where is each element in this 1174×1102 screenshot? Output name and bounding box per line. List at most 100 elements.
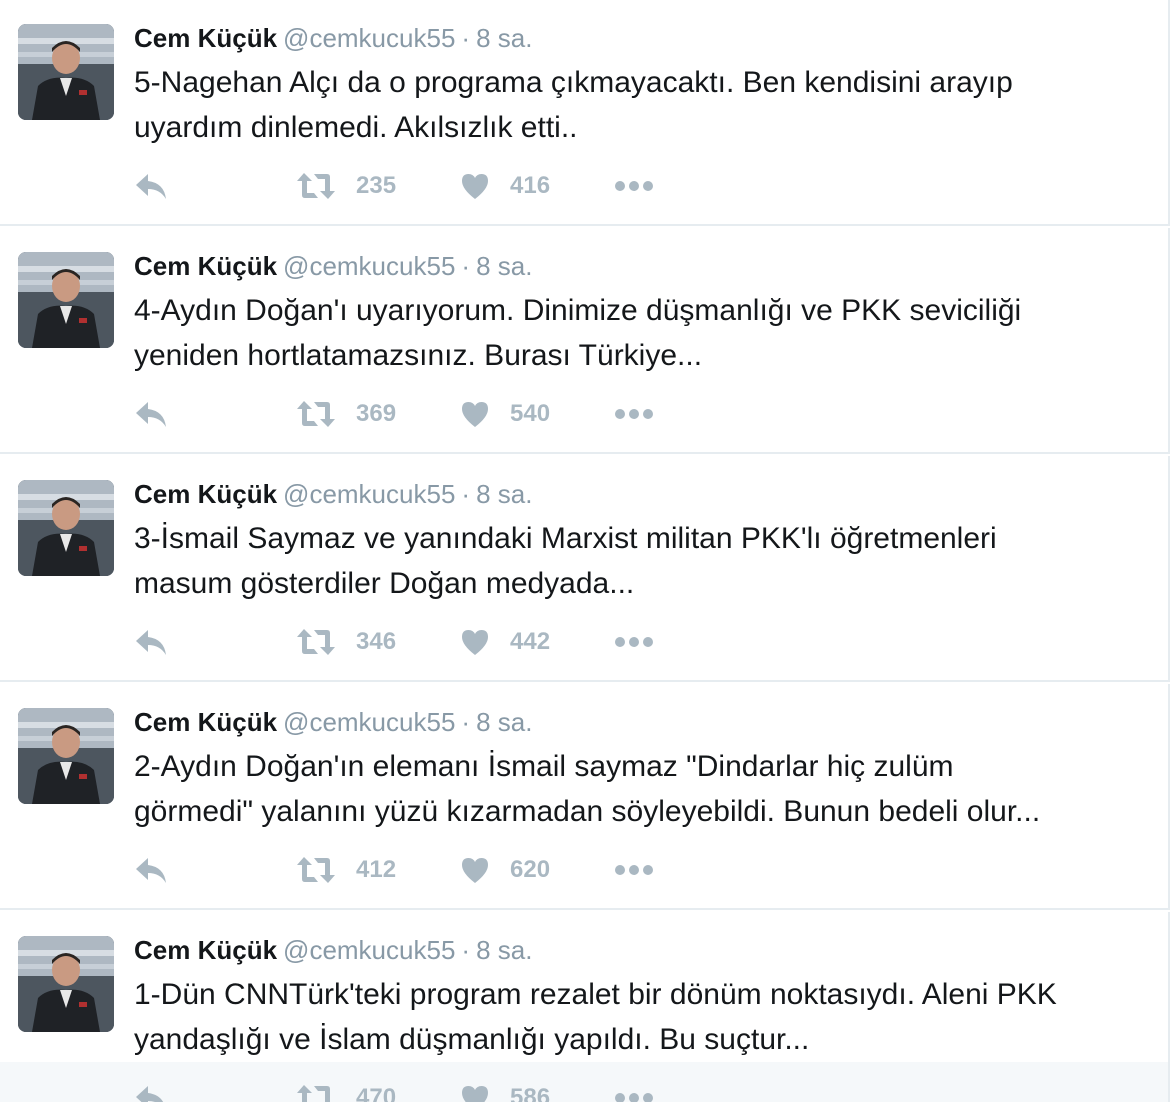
retweet-count: 412 [356,856,397,883]
more-button[interactable] [614,1078,654,1102]
retweet-count: 470 [356,1084,397,1102]
tweet-text-line: uyardım dinlemedi. Akılsızlık etti.. [134,111,578,144]
like-button[interactable]: 442 [460,622,550,662]
tweet-text-line: yandaşlığı ve İslam düşmanlığı yapıldı. … [134,1023,810,1056]
more-icon [614,864,654,876]
tweet-timeline: Cem Küçük @cemkucuk55 · 8 sa. 5-Nagehan Alç… [0,0,1174,1102]
like-count: 586 [510,1084,551,1102]
heart-icon [460,172,490,200]
tweet-header: Cem Küçük @cemkucuk55 · 8 sa. [134,22,532,54]
like-button[interactable]: 586 [460,1078,550,1102]
retweet-button[interactable]: 470 [296,1078,396,1102]
like-count: 540 [510,400,551,427]
reply-button[interactable] [134,622,168,662]
retweet-button[interactable]: 346 [296,622,396,662]
tweet-actions: 235 416 [134,166,734,206]
reply-icon [134,171,168,201]
timestamp[interactable]: 8 sa. [476,935,532,965]
reply-button[interactable] [134,166,168,206]
author-handle[interactable]: @cemkucuk55 [283,479,455,509]
author-name[interactable]: Cem Küçük [134,707,277,737]
tweet-text-line: yeniden hortlatamazsınız. Burası Türkiye… [134,339,703,372]
author-name[interactable]: Cem Küçük [134,23,277,53]
author-name[interactable]: Cem Küçük [134,935,277,965]
author-handle[interactable]: @cemkucuk55 [283,251,455,281]
retweet-icon [296,399,336,429]
separator: · [461,479,471,509]
tweet-actions: 369 540 [134,394,734,434]
more-button[interactable] [614,622,654,662]
heart-icon [460,1084,490,1102]
tweet-text-line: 1-Dün CNNTürk'teki program rezalet bir d… [134,978,1057,1011]
avatar[interactable] [18,936,114,1032]
reply-icon [134,399,168,429]
more-icon [614,180,654,192]
timestamp[interactable]: 8 sa. [476,23,532,53]
heart-icon [460,628,490,656]
tweet-text-line: masum gösterdiler Doğan medyada... [134,567,635,600]
author-handle[interactable]: @cemkucuk55 [283,23,455,53]
tweet-text-line: 2-Aydın Doğan'ın elemanı İsmail saymaz "… [134,750,954,783]
retweet-icon [296,1083,336,1102]
author-handle[interactable]: @cemkucuk55 [283,935,455,965]
separator: · [461,23,471,53]
more-icon [614,408,654,420]
tweet-text-line: 4-Aydın Doğan'ı uyarıyorum. Dinimize düş… [134,294,1022,327]
tweet-text: 1-Dün CNNTürk'teki program rezalet bir d… [134,972,1144,1062]
tweet[interactable]: Cem Küçük @cemkucuk55 · 8 sa. 2-Aydın Doğan… [0,684,1170,910]
retweet-count: 369 [356,400,397,427]
like-button[interactable]: 416 [460,166,550,206]
tweet[interactable]: Cem Küçük @cemkucuk55 · 8 sa. 1-Dün CNNTürk… [0,912,1170,1102]
heart-icon [460,400,490,428]
reply-icon [134,627,168,657]
tweet[interactable]: Cem Küçük @cemkucuk55 · 8 sa. 4-Aydın Doğan… [0,228,1170,454]
tweet[interactable]: Cem Küçük @cemkucuk55 · 8 sa. 5-Nagehan Alç… [0,0,1170,226]
tweet-text: 2-Aydın Doğan'ın elemanı İsmail saymaz "… [134,744,1144,834]
avatar[interactable] [18,252,114,348]
timestamp[interactable]: 8 sa. [476,251,532,281]
retweet-count: 235 [356,172,397,199]
avatar[interactable] [18,708,114,804]
heart-icon [460,856,490,884]
tweet-text-line: 3-İsmail Saymaz ve yanındaki Marxist mil… [134,522,997,555]
tweet-header: Cem Küçük @cemkucuk55 · 8 sa. [134,706,532,738]
tweet-header: Cem Küçük @cemkucuk55 · 8 sa. [134,934,532,966]
reply-button[interactable] [134,394,168,434]
more-button[interactable] [614,166,654,206]
tweet-header: Cem Küçük @cemkucuk55 · 8 sa. [134,478,532,510]
tweet-text: 4-Aydın Doğan'ı uyarıyorum. Dinimize düş… [134,288,1144,378]
author-handle[interactable]: @cemkucuk55 [283,707,455,737]
retweet-button[interactable]: 369 [296,394,396,434]
reply-button[interactable] [134,1078,168,1102]
more-icon [614,1092,654,1102]
tweet[interactable]: Cem Küçük @cemkucuk55 · 8 sa. 3-İsmail Saym… [0,456,1170,682]
like-count: 620 [510,856,551,883]
tweet-text-line: 5-Nagehan Alçı da o programa çıkmayacakt… [134,66,1013,99]
author-name[interactable]: Cem Küçük [134,251,277,281]
retweet-button[interactable]: 235 [296,166,396,206]
like-count: 442 [510,628,551,655]
author-name[interactable]: Cem Küçük [134,479,277,509]
tweet-actions: 346 442 [134,622,734,662]
retweet-count: 346 [356,628,397,655]
tweet-text: 5-Nagehan Alçı da o programa çıkmayacakt… [134,60,1144,150]
more-icon [614,636,654,648]
timestamp[interactable]: 8 sa. [476,479,532,509]
reply-button[interactable] [134,850,168,890]
avatar[interactable] [18,24,114,120]
more-button[interactable] [614,394,654,434]
like-button[interactable]: 620 [460,850,550,890]
retweet-button[interactable]: 412 [296,850,396,890]
separator: · [461,251,471,281]
separator: · [461,935,471,965]
retweet-icon [296,627,336,657]
like-button[interactable]: 540 [460,394,550,434]
timestamp[interactable]: 8 sa. [476,707,532,737]
like-count: 416 [510,172,551,199]
retweet-icon [296,855,336,885]
tweet-actions: 412 620 [134,850,734,890]
reply-icon [134,1083,168,1102]
more-button[interactable] [614,850,654,890]
reply-icon [134,855,168,885]
avatar[interactable] [18,480,114,576]
